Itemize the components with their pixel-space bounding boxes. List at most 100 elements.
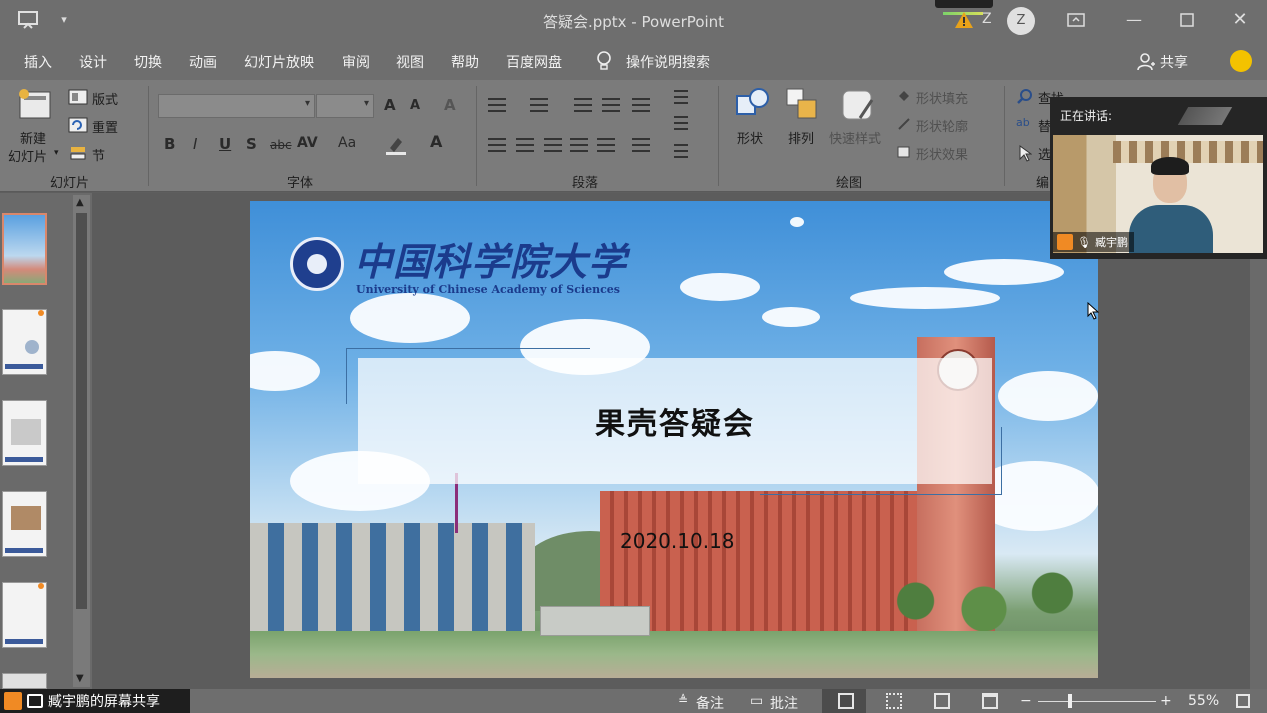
- maximize-icon[interactable]: [1175, 8, 1199, 32]
- italic-button[interactable]: I: [193, 135, 197, 153]
- feedback-smiley-icon[interactable]: [1230, 50, 1252, 72]
- comments-button[interactable]: 批注: [770, 693, 798, 713]
- section-button[interactable]: 节: [92, 145, 105, 164]
- slide-thumbnail-2[interactable]: [2, 309, 47, 375]
- align-text-icon[interactable]: [674, 116, 688, 130]
- reading-view-icon[interactable]: [934, 693, 950, 709]
- scrollbar-thumb[interactable]: [76, 213, 87, 609]
- zoom-out-button[interactable]: −: [1020, 693, 1032, 709]
- slide-thumbnail-4[interactable]: [2, 491, 47, 557]
- bold-button[interactable]: B: [164, 135, 175, 153]
- convert-smartart-icon[interactable]: [674, 144, 688, 158]
- warning-icon[interactable]: [954, 10, 974, 30]
- comments-icon[interactable]: ▭: [750, 693, 763, 709]
- shape-outline-button[interactable]: 形状轮廓: [916, 116, 968, 135]
- columns-icon[interactable]: [632, 138, 650, 152]
- align-right-icon[interactable]: [544, 138, 562, 152]
- line-spacing-icon[interactable]: [632, 98, 650, 112]
- distributed-icon[interactable]: [597, 138, 615, 152]
- bullets-icon[interactable]: [488, 98, 506, 112]
- layout-icon[interactable]: [68, 89, 88, 105]
- tab-baidu-netdisk[interactable]: 百度网盘: [506, 52, 562, 72]
- zoom-level[interactable]: 55%: [1188, 693, 1219, 709]
- section-icon[interactable]: [68, 145, 88, 161]
- reset-icon[interactable]: [68, 117, 88, 133]
- quick-styles-icon[interactable]: [840, 88, 876, 122]
- thumbnail-scrollbar[interactable]: ▲ ▼: [73, 195, 90, 687]
- text-shadow-button[interactable]: S: [246, 135, 257, 153]
- screen-share-indicator[interactable]: 臧宇鹏的屏幕共享: [0, 689, 190, 713]
- quick-styles-button[interactable]: 快速样式: [829, 128, 881, 147]
- share-person-icon[interactable]: [1136, 52, 1156, 72]
- shapes-icon[interactable]: [733, 86, 771, 122]
- align-center-icon[interactable]: [516, 138, 534, 152]
- close-icon[interactable]: ✕: [1228, 8, 1252, 32]
- new-slide-label[interactable]: 新建: [20, 128, 46, 147]
- select-cursor-icon[interactable]: [1018, 144, 1032, 162]
- account-avatar[interactable]: Z: [1007, 7, 1035, 35]
- find-icon[interactable]: [1016, 88, 1034, 106]
- shape-effects-icon[interactable]: [896, 144, 912, 160]
- clear-formatting-icon[interactable]: A: [444, 96, 456, 114]
- font-name-combo[interactable]: [158, 94, 315, 118]
- increase-indent-icon[interactable]: [602, 98, 620, 112]
- ribbon-display-options-icon[interactable]: [1064, 8, 1088, 32]
- shapes-button[interactable]: 形状: [737, 128, 763, 147]
- tab-review[interactable]: 审阅: [342, 52, 370, 72]
- current-slide[interactable]: 中国科学院大学 University of Chinese Academy of…: [250, 201, 1098, 678]
- slide-thumbnail-6[interactable]: [2, 673, 47, 689]
- shape-fill-button[interactable]: 形状填充: [916, 88, 968, 107]
- align-left-icon[interactable]: [488, 138, 506, 152]
- shape-fill-icon[interactable]: [896, 88, 912, 104]
- scroll-down-icon[interactable]: ▼: [76, 673, 84, 684]
- replace-icon[interactable]: ab: [1016, 116, 1030, 129]
- fit-to-window-icon[interactable]: [1236, 694, 1250, 708]
- decrease-indent-icon[interactable]: [574, 98, 592, 112]
- tab-design[interactable]: 设计: [79, 52, 107, 72]
- text-direction-icon[interactable]: [674, 90, 688, 104]
- share-button[interactable]: 共享: [1160, 52, 1188, 72]
- new-slide-label-2[interactable]: 幻灯片: [8, 146, 47, 165]
- strikethrough-button[interactable]: abc: [270, 138, 292, 152]
- slide-sorter-icon[interactable]: [886, 693, 902, 709]
- slideshow-icon[interactable]: [982, 693, 998, 709]
- new-slide-dropdown-icon[interactable]: ▾: [54, 148, 59, 158]
- tab-animations[interactable]: 动画: [189, 52, 217, 72]
- layout-button[interactable]: 版式: [92, 89, 118, 108]
- zoom-slider-track[interactable]: [1038, 701, 1156, 702]
- notes-icon[interactable]: ≜: [678, 693, 688, 707]
- tab-transitions[interactable]: 切换: [134, 52, 162, 72]
- slide-date[interactable]: 2020.10.18: [620, 529, 735, 553]
- numbering-icon[interactable]: [530, 98, 548, 112]
- notes-button[interactable]: 备注: [696, 693, 724, 713]
- tab-insert[interactable]: 插入: [24, 52, 52, 72]
- underline-button[interactable]: U: [219, 135, 231, 153]
- justify-icon[interactable]: [570, 138, 588, 152]
- scroll-up-icon[interactable]: ▲: [76, 197, 84, 208]
- zoom-slider-thumb[interactable]: [1068, 694, 1072, 708]
- highlight-icon[interactable]: [384, 134, 408, 156]
- reset-button[interactable]: 重置: [92, 117, 118, 136]
- font-color-button[interactable]: A: [430, 132, 442, 151]
- tab-view[interactable]: 视图: [396, 52, 424, 72]
- slide-thumbnail-1[interactable]: [2, 213, 47, 285]
- character-spacing-button[interactable]: AV: [297, 135, 318, 151]
- shape-outline-icon[interactable]: [896, 116, 912, 132]
- tab-help[interactable]: 帮助: [451, 52, 479, 72]
- slide-thumbnail-3[interactable]: [2, 400, 47, 466]
- minimize-icon[interactable]: —: [1122, 8, 1146, 32]
- tell-me-search[interactable]: 操作说明搜索: [626, 52, 710, 72]
- zoom-in-button[interactable]: +: [1160, 693, 1172, 709]
- grow-font-icon[interactable]: A: [384, 96, 396, 114]
- tab-slideshow[interactable]: 幻灯片放映: [244, 52, 314, 72]
- slide-title[interactable]: 果壳答疑会: [358, 399, 992, 443]
- shape-effects-button[interactable]: 形状效果: [916, 144, 968, 163]
- arrange-icon[interactable]: [784, 86, 820, 122]
- new-slide-icon[interactable]: [16, 86, 54, 124]
- arrange-button[interactable]: 排列: [788, 128, 814, 147]
- slide-thumbnail-5[interactable]: [2, 582, 47, 648]
- slide-scrollbar[interactable]: [1250, 193, 1267, 689]
- shrink-font-icon[interactable]: A: [410, 98, 420, 113]
- change-case-button[interactable]: Aa: [338, 135, 356, 151]
- normal-view-icon[interactable]: [838, 693, 854, 709]
